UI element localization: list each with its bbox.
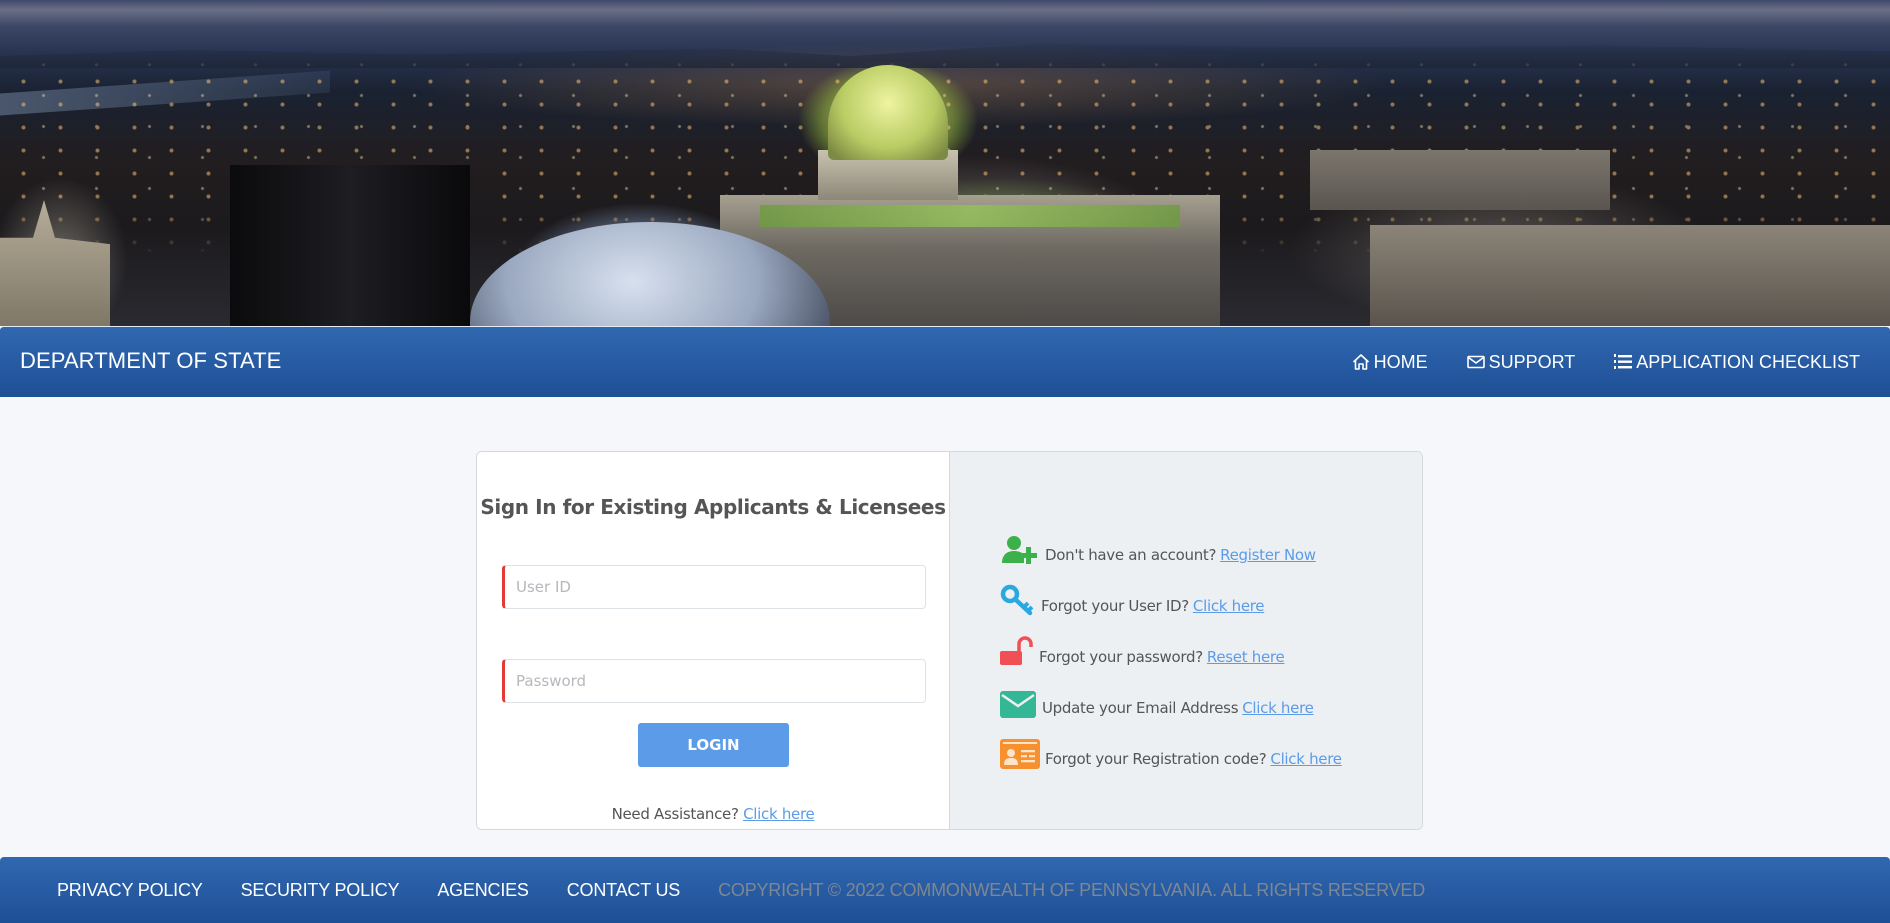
- login-button[interactable]: LOGIN: [638, 723, 789, 767]
- help-register-text: Don't have an account?: [1045, 546, 1217, 564]
- account-help-panel: Don't have an account? Register Now Forgo…: [950, 452, 1422, 829]
- hero-capitol-roof: [760, 205, 1180, 227]
- reset-password-link[interactable]: Reset here: [1207, 648, 1285, 666]
- user-plus-icon: [1000, 533, 1040, 567]
- nav-home-label: HOME: [1373, 351, 1428, 372]
- user-id-input[interactable]: [502, 565, 926, 609]
- help-update-email-text: Update your Email Address: [1042, 699, 1239, 717]
- hero-building: [1310, 150, 1610, 210]
- nav-support-label: SUPPORT: [1488, 351, 1576, 372]
- footer-security-policy-link[interactable]: SECURITY POLICY: [241, 880, 400, 901]
- help-item-register: Don't have an account? Register Now: [1000, 516, 1342, 567]
- top-navigation-bar: DEPARTMENT OF STATE HOME SUPPORT APPLICA…: [0, 326, 1890, 397]
- id-card-icon: [1000, 737, 1040, 771]
- sign-in-panel: Sign In for Existing Applicants & Licens…: [477, 452, 950, 829]
- footer-agencies-link[interactable]: AGENCIES: [437, 880, 529, 901]
- hero-dark-tower: [230, 165, 470, 326]
- need-assistance-link[interactable]: Click here: [743, 805, 815, 823]
- hero-building: [1370, 225, 1890, 326]
- update-email-link[interactable]: Click here: [1242, 699, 1314, 717]
- footer-contact-us-link[interactable]: CONTACT US: [567, 880, 681, 901]
- help-forgot-user-id-text: Forgot your User ID?: [1041, 597, 1189, 615]
- footer-copyright: COPYRIGHT © 2022 COMMONWEALTH OF PENNSYL…: [718, 879, 1425, 900]
- site-title: DEPARTMENT OF STATE: [20, 348, 282, 373]
- need-assistance: Need Assistance? Click here: [477, 805, 949, 823]
- home-icon: [1352, 354, 1369, 370]
- forgot-registration-code-link[interactable]: Click here: [1270, 750, 1342, 768]
- help-forgot-password-text: Forgot your password?: [1039, 648, 1203, 666]
- unlock-icon: [1000, 635, 1034, 669]
- nav-application-checklist-label: APPLICATION CHECKLIST: [1636, 351, 1860, 372]
- sign-in-title: Sign In for Existing Applicants & Licens…: [480, 495, 946, 519]
- help-item-forgot-password: Forgot your password? Reset here: [1000, 618, 1342, 669]
- nav-links: HOME SUPPORT APPLICATION CHECKLIST: [1351, 352, 1860, 373]
- forgot-user-id-link[interactable]: Click here: [1193, 597, 1265, 615]
- nav-application-checklist-link[interactable]: APPLICATION CHECKLIST: [1613, 352, 1860, 373]
- nav-home-link[interactable]: HOME: [1351, 352, 1428, 373]
- envelope-icon: [1000, 686, 1037, 720]
- help-item-update-email: Update your Email Address Click here: [1000, 669, 1342, 720]
- password-input[interactable]: [502, 659, 926, 703]
- hero-banner-capitol-image: [0, 0, 1890, 326]
- nav-support-link[interactable]: SUPPORT: [1466, 351, 1576, 373]
- help-item-forgot-registration-code: Forgot your Registration code? Click here: [1000, 720, 1342, 771]
- help-item-forgot-user-id: Forgot your User ID? Click here: [1000, 567, 1342, 618]
- help-forgot-registration-code-text: Forgot your Registration code?: [1045, 750, 1267, 768]
- register-now-link[interactable]: Register Now: [1220, 546, 1316, 564]
- footer-privacy-policy-link[interactable]: PRIVACY POLICY: [57, 880, 203, 901]
- footer: PRIVACY POLICY SECURITY POLICY AGENCIES …: [0, 857, 1890, 923]
- account-help-list: Don't have an account? Register Now Forgo…: [1000, 516, 1342, 771]
- envelope-icon: [1466, 355, 1485, 369]
- numbered-list-icon: [1614, 354, 1633, 369]
- login-card: Sign In for Existing Applicants & Licens…: [476, 451, 1423, 830]
- key-icon: [1000, 584, 1036, 618]
- need-assistance-text: Need Assistance?: [611, 805, 739, 823]
